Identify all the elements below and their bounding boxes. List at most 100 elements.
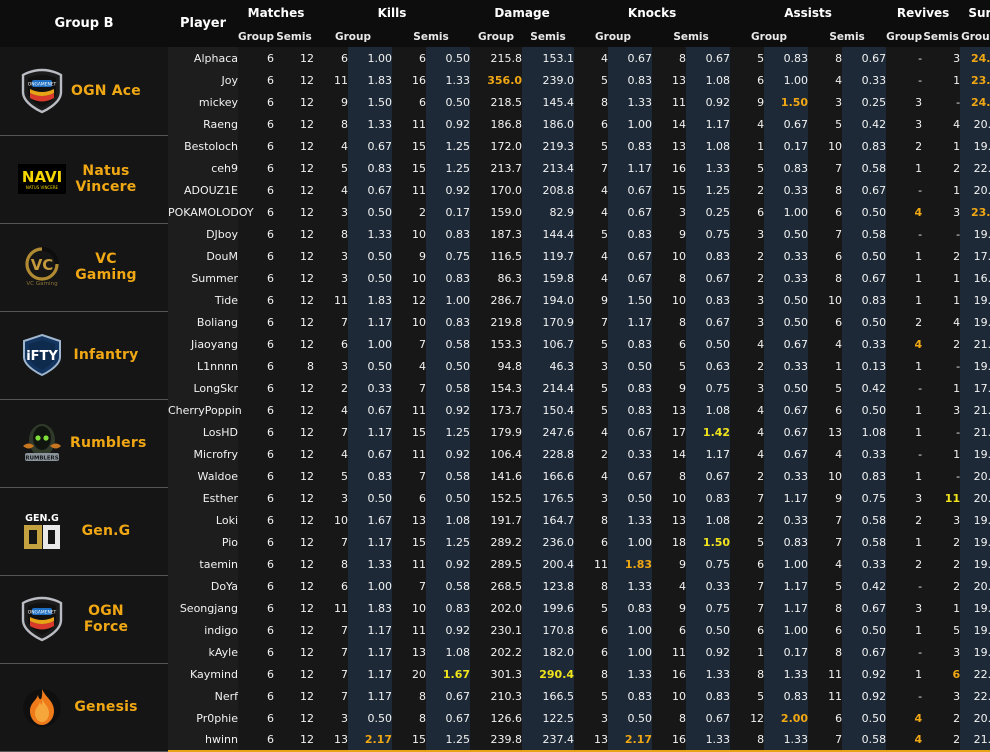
cell-assists-semis-avg: 0.58 <box>842 729 887 752</box>
cell-kills-group: 4 <box>314 179 348 201</box>
cell-assists-group: 5 <box>730 47 765 69</box>
cell-knocks-semis-avg: 0.83 <box>686 487 731 509</box>
player-name[interactable]: Pr0phie <box>168 707 238 729</box>
cell-damage-semis: 166.5 <box>522 685 575 707</box>
player-name[interactable]: indigo <box>168 619 238 641</box>
team-cell-ogn-ace[interactable]: ONGAMENET OGN Ace <box>0 47 168 136</box>
team-cell-rumblers[interactable]: RUMBLERS Rumblers <box>0 399 168 488</box>
cell-kills-group-avg: 1.17 <box>348 421 392 443</box>
player-name[interactable]: Bestoloch <box>168 135 238 157</box>
player-name[interactable]: Pio <box>168 531 238 553</box>
player-name[interactable]: L1nnnn <box>168 355 238 377</box>
player-name[interactable]: DoYa <box>168 575 238 597</box>
cell-kills-group: 7 <box>314 619 348 641</box>
player-name[interactable]: DJboy <box>168 223 238 245</box>
cell-assists-semis: 10 <box>808 289 843 311</box>
player-name[interactable]: LosHD <box>168 421 238 443</box>
cell-assists-semis-avg: 0.33 <box>842 333 887 355</box>
cell-revives-group: 2 <box>886 509 923 531</box>
cell-matches-semis: 12 <box>274 91 314 113</box>
cell-revives-semis: 2 <box>922 333 961 355</box>
player-name[interactable]: Waldoe <box>168 465 238 487</box>
player-name[interactable]: Joy <box>168 69 238 91</box>
cell-damage-group: 116.5 <box>470 245 523 267</box>
cell-matches-group: 6 <box>238 267 274 289</box>
cell-knocks-semis: 10 <box>652 685 687 707</box>
player-name[interactable]: mickey <box>168 91 238 113</box>
cell-knocks-group: 3 <box>574 355 609 377</box>
player-name[interactable]: Seongjang <box>168 597 238 619</box>
player-name[interactable]: Tide <box>168 289 238 311</box>
cell-knocks-group: 5 <box>574 399 609 421</box>
player-name[interactable]: LongSkr <box>168 377 238 399</box>
player-name[interactable]: Esther <box>168 487 238 509</box>
cell-knocks-group: 6 <box>574 113 609 135</box>
cell-matches-semis: 12 <box>274 179 314 201</box>
cell-damage-group: 191.7 <box>470 509 523 531</box>
cell-knocks-group: 9 <box>574 289 609 311</box>
cell-knocks-semis-avg: 0.67 <box>686 465 731 487</box>
cell-knocks-semis: 6 <box>652 333 687 355</box>
player-name[interactable]: Boliang <box>168 311 238 333</box>
cell-revives-semis: 5 <box>922 619 961 641</box>
cell-damage-semis: 164.7 <box>522 509 575 531</box>
cell-knocks-group: 4 <box>574 267 609 289</box>
player-name[interactable]: taemin <box>168 553 238 575</box>
player-name[interactable]: Raeng <box>168 113 238 135</box>
player-name[interactable]: Kaymind <box>168 663 238 685</box>
cell-knocks-group: 5 <box>574 597 609 619</box>
team-cell-gen-g[interactable]: GEN.G Gen.G <box>0 487 168 576</box>
cell-kills-semis-avg: 0.67 <box>426 685 471 707</box>
cell-kills-semis: 13 <box>392 509 426 531</box>
player-name[interactable]: Microfry <box>168 443 238 465</box>
team-cell-vc-gaming[interactable]: VC VC Gaming VC Gaming <box>0 223 168 312</box>
cell-knocks-semis: 8 <box>652 465 687 487</box>
team-cell-genesis[interactable]: Genesis <box>0 663 168 752</box>
team-cell-ogn-force[interactable]: ONGAMENET OGN Force <box>0 575 168 664</box>
player-name[interactable]: ceh9 <box>168 157 238 179</box>
cell-damage-semis: 247.6 <box>522 421 575 443</box>
table-row: iFTY Infantry Boliang 6 12 7 1.17 10 0.83 219.8 17… <box>0 311 990 400</box>
cell-kills-semis: 20 <box>392 663 426 685</box>
cell-kills-group-avg: 1.00 <box>348 47 392 69</box>
player-name[interactable]: Summer <box>168 267 238 289</box>
cell-kills-semis-avg: 0.92 <box>426 113 471 135</box>
cell-kills-group: 7 <box>314 641 348 663</box>
cell-assists-group-avg: 1.17 <box>764 575 809 597</box>
player-name[interactable]: Jiaoyang <box>168 333 238 355</box>
player-name[interactable]: hwinn <box>168 729 238 752</box>
cell-kills-semis-avg: 1.25 <box>426 531 471 553</box>
player-name[interactable]: DouM <box>168 245 238 267</box>
team-cell-infantry[interactable]: iFTY Infantry <box>0 311 168 400</box>
cell-assists-group: 3 <box>730 223 765 245</box>
cell-kills-semis: 15 <box>392 421 426 443</box>
team-cell-natus-vincere[interactable]: NAVI NATUS VINCERE Natus Vincere <box>0 135 168 224</box>
player-name[interactable]: ADOUZ1E <box>168 179 238 201</box>
cell-revives-group: 1 <box>886 663 923 685</box>
cell-knocks-semis: 17 <box>652 421 687 443</box>
cell-kills-semis: 11 <box>392 619 426 641</box>
cell-survived-group: 19.2 <box>960 135 990 157</box>
player-name[interactable]: CherryPoppin <box>168 399 242 421</box>
player-name[interactable]: Alphaca <box>168 47 238 69</box>
cell-assists-group: 6 <box>730 69 765 91</box>
cell-knocks-group: 4 <box>574 245 609 267</box>
cell-knocks-group: 8 <box>574 663 609 685</box>
cell-revives-group: 1 <box>886 465 923 487</box>
cell-matches-semis: 12 <box>274 201 314 223</box>
cell-kills-semis: 4 <box>392 355 426 377</box>
cell-damage-semis: 145.4 <box>522 91 575 113</box>
player-name[interactable]: kAyle <box>168 641 238 663</box>
cell-knocks-semis-avg: 0.33 <box>686 575 731 597</box>
cell-assists-semis: 11 <box>808 663 843 685</box>
player-name[interactable]: POKAMOLODOY <box>168 201 254 223</box>
cell-assists-semis: 8 <box>808 179 843 201</box>
cell-assists-group-avg: 0.33 <box>764 179 809 201</box>
cell-damage-semis: 46.3 <box>522 355 575 377</box>
cell-damage-group: 289.5 <box>470 553 523 575</box>
cell-revives-group: 1 <box>886 245 923 267</box>
cell-matches-group: 6 <box>238 355 274 377</box>
cell-assists-semis: 6 <box>808 707 843 729</box>
player-name[interactable]: Nerf <box>168 685 238 707</box>
player-name[interactable]: Loki <box>168 509 238 531</box>
